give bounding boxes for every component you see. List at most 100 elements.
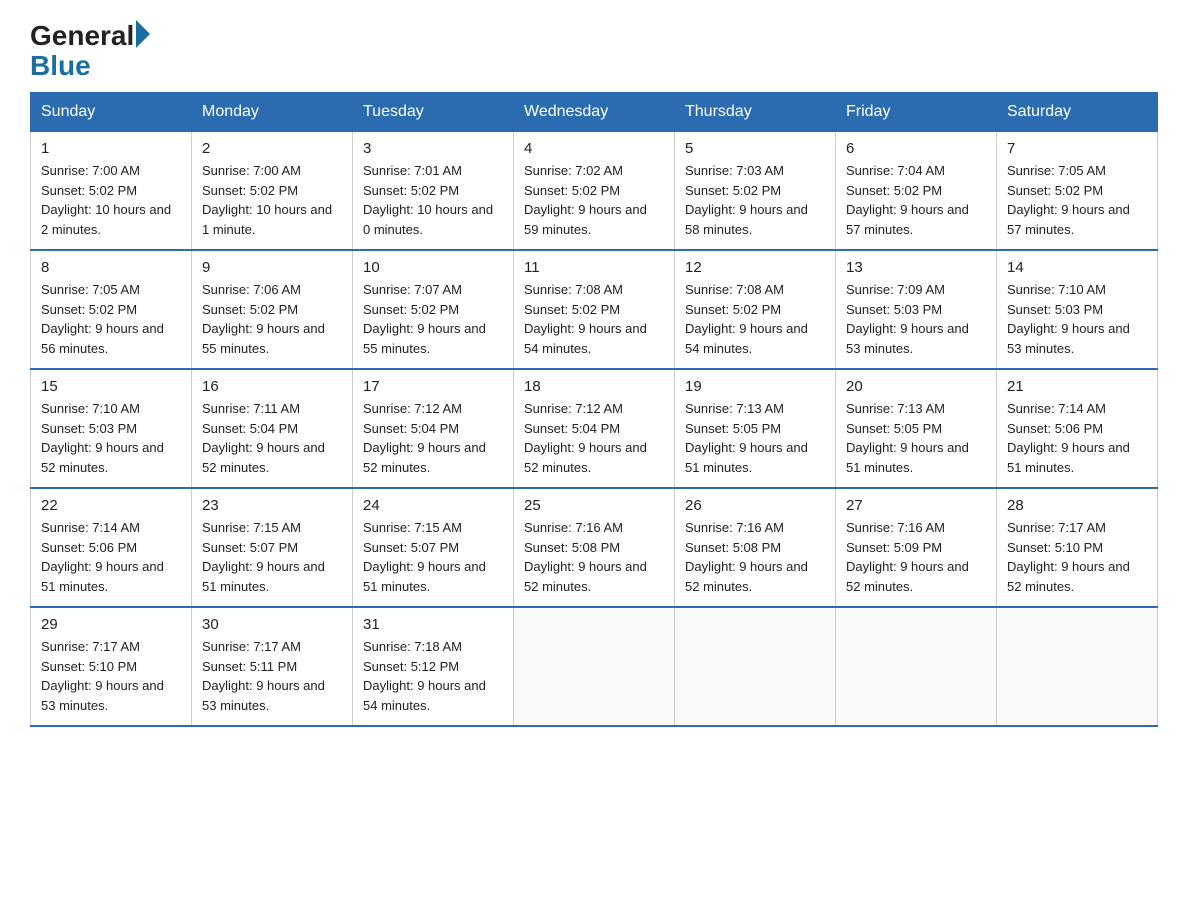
calendar-cell: 30 Sunrise: 7:17 AMSunset: 5:11 PMDayligh…	[192, 607, 353, 726]
day-info: Sunrise: 7:10 AMSunset: 5:03 PMDaylight:…	[41, 399, 181, 477]
day-info: Sunrise: 7:07 AMSunset: 5:02 PMDaylight:…	[363, 280, 503, 358]
day-number: 22	[41, 497, 181, 514]
day-of-week-header: Sunday	[31, 93, 192, 132]
day-info: Sunrise: 7:17 AMSunset: 5:10 PMDaylight:…	[1007, 518, 1147, 596]
day-number: 30	[202, 616, 342, 633]
calendar-week-row: 1 Sunrise: 7:00 AMSunset: 5:02 PMDaylight…	[31, 132, 1158, 251]
day-info: Sunrise: 7:16 AMSunset: 5:09 PMDaylight:…	[846, 518, 986, 596]
calendar-cell: 23 Sunrise: 7:15 AMSunset: 5:07 PMDayligh…	[192, 488, 353, 607]
day-number: 25	[524, 497, 664, 514]
day-number: 3	[363, 140, 503, 157]
calendar-cell: 28 Sunrise: 7:17 AMSunset: 5:10 PMDayligh…	[997, 488, 1158, 607]
day-number: 24	[363, 497, 503, 514]
calendar-week-row: 8Sunrise: 7:05 AMSunset: 5:02 PMDaylight…	[31, 250, 1158, 369]
day-number: 17	[363, 378, 503, 395]
day-info: Sunrise: 7:15 AMSunset: 5:07 PMDaylight:…	[363, 518, 503, 596]
day-info: Sunrise: 7:05 AMSunset: 5:02 PMDaylight:…	[1007, 161, 1147, 239]
day-info: Sunrise: 7:16 AMSunset: 5:08 PMDaylight:…	[685, 518, 825, 596]
day-info: Sunrise: 7:10 AMSunset: 5:03 PMDaylight:…	[1007, 280, 1147, 358]
logo: General Blue	[30, 20, 152, 82]
day-of-week-header: Wednesday	[514, 93, 675, 132]
day-number: 6	[846, 140, 986, 157]
day-info: Sunrise: 7:16 AMSunset: 5:08 PMDaylight:…	[524, 518, 664, 596]
day-number: 28	[1007, 497, 1147, 514]
day-number: 20	[846, 378, 986, 395]
calendar-cell: 15 Sunrise: 7:10 AMSunset: 5:03 PMDayligh…	[31, 369, 192, 488]
calendar-cell	[997, 607, 1158, 726]
day-info: Sunrise: 7:12 AMSunset: 5:04 PMDaylight:…	[524, 399, 664, 477]
day-number: 5	[685, 140, 825, 157]
calendar-cell: 12 Sunrise: 7:08 AMSunset: 5:02 PMDayligh…	[675, 250, 836, 369]
day-of-week-header: Friday	[836, 93, 997, 132]
logo-general-text: General	[30, 22, 134, 50]
day-of-week-header: Thursday	[675, 93, 836, 132]
calendar-cell: 5 Sunrise: 7:03 AMSunset: 5:02 PMDaylight…	[675, 132, 836, 251]
day-number: 15	[41, 378, 181, 395]
calendar-cell: 10 Sunrise: 7:07 AMSunset: 5:02 PMDayligh…	[353, 250, 514, 369]
calendar-table: SundayMondayTuesdayWednesdayThursdayFrid…	[30, 92, 1158, 727]
day-info: Sunrise: 7:15 AMSunset: 5:07 PMDaylight:…	[202, 518, 342, 596]
day-of-week-header: Saturday	[997, 93, 1158, 132]
calendar-cell: 25 Sunrise: 7:16 AMSunset: 5:08 PMDayligh…	[514, 488, 675, 607]
day-number: 7	[1007, 140, 1147, 157]
calendar-cell: 17Sunrise: 7:12 AMSunset: 5:04 PMDayligh…	[353, 369, 514, 488]
calendar-cell: 16 Sunrise: 7:11 AMSunset: 5:04 PMDayligh…	[192, 369, 353, 488]
day-info: Sunrise: 7:00 AMSunset: 5:02 PMDaylight:…	[41, 161, 181, 239]
calendar-cell: 19Sunrise: 7:13 AMSunset: 5:05 PMDayligh…	[675, 369, 836, 488]
day-info: Sunrise: 7:09 AMSunset: 5:03 PMDaylight:…	[846, 280, 986, 358]
calendar-cell: 14 Sunrise: 7:10 AMSunset: 5:03 PMDayligh…	[997, 250, 1158, 369]
calendar-header-row: SundayMondayTuesdayWednesdayThursdayFrid…	[31, 93, 1158, 132]
calendar-cell	[836, 607, 997, 726]
calendar-cell: 1 Sunrise: 7:00 AMSunset: 5:02 PMDaylight…	[31, 132, 192, 251]
day-number: 16	[202, 378, 342, 395]
day-info: Sunrise: 7:08 AMSunset: 5:02 PMDaylight:…	[685, 280, 825, 358]
day-info: Sunrise: 7:13 AMSunset: 5:05 PMDaylight:…	[846, 399, 986, 477]
day-info: Sunrise: 7:18 AMSunset: 5:12 PMDaylight:…	[363, 637, 503, 715]
calendar-cell: 24 Sunrise: 7:15 AMSunset: 5:07 PMDayligh…	[353, 488, 514, 607]
calendar-cell: 27 Sunrise: 7:16 AMSunset: 5:09 PMDayligh…	[836, 488, 997, 607]
calendar-cell: 26 Sunrise: 7:16 AMSunset: 5:08 PMDayligh…	[675, 488, 836, 607]
day-info: Sunrise: 7:03 AMSunset: 5:02 PMDaylight:…	[685, 161, 825, 239]
calendar-cell: 3Sunrise: 7:01 AMSunset: 5:02 PMDaylight…	[353, 132, 514, 251]
day-number: 29	[41, 616, 181, 633]
calendar-cell: 8Sunrise: 7:05 AMSunset: 5:02 PMDaylight…	[31, 250, 192, 369]
calendar-cell: 21Sunrise: 7:14 AMSunset: 5:06 PMDayligh…	[997, 369, 1158, 488]
calendar-cell	[514, 607, 675, 726]
page-header: General Blue	[30, 20, 1158, 82]
calendar-cell: 22 Sunrise: 7:14 AMSunset: 5:06 PMDayligh…	[31, 488, 192, 607]
logo-arrow-icon	[136, 20, 150, 48]
day-info: Sunrise: 7:08 AMSunset: 5:02 PMDaylight:…	[524, 280, 664, 358]
day-number: 21	[1007, 378, 1147, 395]
day-number: 8	[41, 259, 181, 276]
day-number: 26	[685, 497, 825, 514]
day-number: 11	[524, 259, 664, 276]
day-of-week-header: Tuesday	[353, 93, 514, 132]
calendar-week-row: 29Sunrise: 7:17 AMSunset: 5:10 PMDayligh…	[31, 607, 1158, 726]
calendar-cell: 6 Sunrise: 7:04 AMSunset: 5:02 PMDaylight…	[836, 132, 997, 251]
calendar-week-row: 15 Sunrise: 7:10 AMSunset: 5:03 PMDayligh…	[31, 369, 1158, 488]
day-info: Sunrise: 7:17 AMSunset: 5:11 PMDaylight:…	[202, 637, 342, 715]
day-info: Sunrise: 7:14 AMSunset: 5:06 PMDaylight:…	[41, 518, 181, 596]
day-number: 23	[202, 497, 342, 514]
day-info: Sunrise: 7:04 AMSunset: 5:02 PMDaylight:…	[846, 161, 986, 239]
calendar-cell: 20 Sunrise: 7:13 AMSunset: 5:05 PMDayligh…	[836, 369, 997, 488]
day-number: 1	[41, 140, 181, 157]
calendar-cell: 31Sunrise: 7:18 AMSunset: 5:12 PMDayligh…	[353, 607, 514, 726]
calendar-cell: 13 Sunrise: 7:09 AMSunset: 5:03 PMDayligh…	[836, 250, 997, 369]
day-info: Sunrise: 7:06 AMSunset: 5:02 PMDaylight:…	[202, 280, 342, 358]
day-info: Sunrise: 7:11 AMSunset: 5:04 PMDaylight:…	[202, 399, 342, 477]
day-number: 12	[685, 259, 825, 276]
calendar-cell: 7 Sunrise: 7:05 AMSunset: 5:02 PMDaylight…	[997, 132, 1158, 251]
day-number: 2	[202, 140, 342, 157]
day-number: 4	[524, 140, 664, 157]
calendar-cell: 2Sunrise: 7:00 AMSunset: 5:02 PMDaylight…	[192, 132, 353, 251]
calendar-cell: 18Sunrise: 7:12 AMSunset: 5:04 PMDayligh…	[514, 369, 675, 488]
day-number: 14	[1007, 259, 1147, 276]
calendar-cell: 29Sunrise: 7:17 AMSunset: 5:10 PMDayligh…	[31, 607, 192, 726]
day-info: Sunrise: 7:02 AMSunset: 5:02 PMDaylight:…	[524, 161, 664, 239]
calendar-cell: 4 Sunrise: 7:02 AMSunset: 5:02 PMDaylight…	[514, 132, 675, 251]
day-number: 10	[363, 259, 503, 276]
day-of-week-header: Monday	[192, 93, 353, 132]
day-number: 27	[846, 497, 986, 514]
day-number: 13	[846, 259, 986, 276]
